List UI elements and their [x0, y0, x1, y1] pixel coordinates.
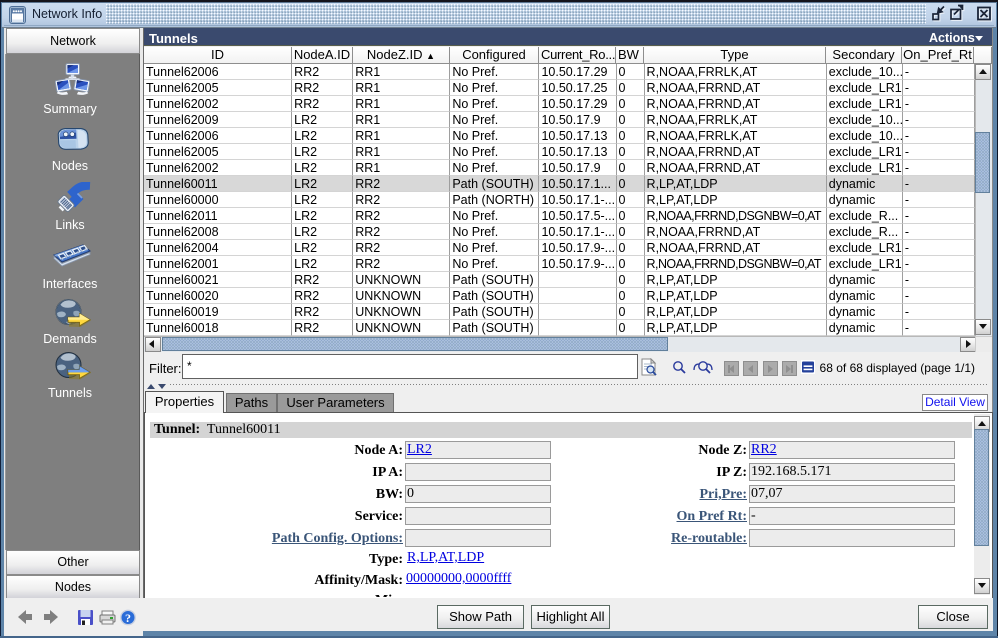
svg-text:?: ?	[125, 611, 131, 625]
